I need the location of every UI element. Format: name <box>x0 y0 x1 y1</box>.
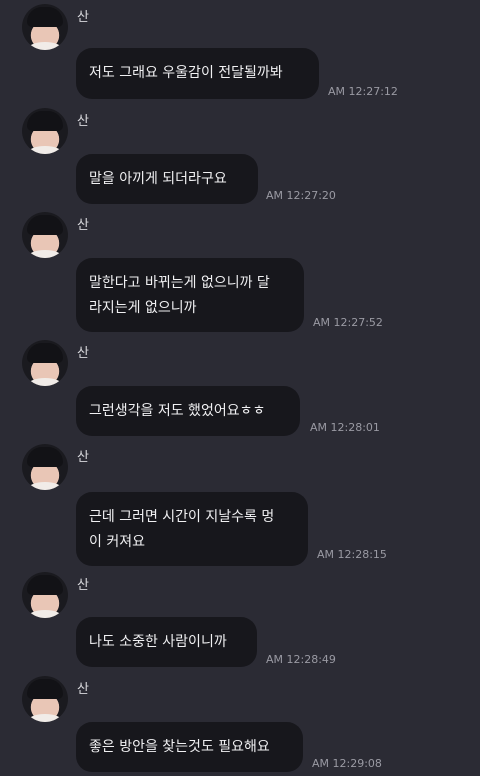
sender-name: 산 <box>77 114 89 129</box>
message-timestamp: AM 12:27:12 <box>328 85 398 98</box>
message-timestamp: AM 12:27:20 <box>266 189 336 202</box>
message-bubble[interactable]: 그런생각을 저도 했었어요ㅎㅎ <box>76 386 300 436</box>
chat-thread: 산 저도 그래요 우울감이 전달될까봐 AM 12:27:12 산 말을 아끼게… <box>0 0 480 776</box>
message-bubble[interactable]: 저도 그래요 우울감이 전달될까봐 <box>76 48 319 99</box>
message-text: 그런생각을 저도 했었어요ㅎㅎ <box>89 403 266 419</box>
message-text-line: 말한다고 바뀌는게 없으니까 달 <box>89 275 270 291</box>
sender-name: 산 <box>77 450 89 465</box>
avatar[interactable] <box>22 572 68 618</box>
message-text-line: 이 커져요 <box>89 534 145 550</box>
message-text: 말을 아끼게 되더라구요 <box>89 171 227 187</box>
message-timestamp: AM 12:28:01 <box>310 421 380 434</box>
avatar[interactable] <box>22 676 68 722</box>
sender-name: 산 <box>77 346 89 361</box>
message-text-line: 근데 그러면 시간이 지날수록 멍 <box>89 509 275 525</box>
sender-name: 산 <box>77 578 89 593</box>
message-text: 나도 소중한 사람이니까 <box>89 634 227 650</box>
message-timestamp: AM 12:29:08 <box>312 757 382 770</box>
avatar[interactable] <box>22 444 68 490</box>
message-text: 저도 그래요 우울감이 전달될까봐 <box>89 65 283 81</box>
sender-name: 산 <box>77 218 89 233</box>
avatar[interactable] <box>22 4 68 50</box>
message-text: 좋은 방안을 찾는것도 필요해요 <box>89 739 270 755</box>
message-timestamp: AM 12:28:15 <box>317 548 387 561</box>
sender-name: 산 <box>77 10 89 25</box>
message-bubble[interactable]: 말한다고 바뀌는게 없으니까 달 라지는게 없으니까 <box>76 258 304 332</box>
sender-name: 산 <box>77 682 89 697</box>
message-bubble[interactable]: 나도 소중한 사람이니까 <box>76 617 257 667</box>
message-text-line: 라지는게 없으니까 <box>89 300 197 316</box>
message-timestamp: AM 12:28:49 <box>266 653 336 666</box>
message-bubble[interactable]: 좋은 방안을 찾는것도 필요해요 <box>76 722 303 772</box>
avatar[interactable] <box>22 212 68 258</box>
message-bubble[interactable]: 말을 아끼게 되더라구요 <box>76 154 258 204</box>
message-timestamp: AM 12:27:52 <box>313 316 383 329</box>
message-bubble[interactable]: 근데 그러면 시간이 지날수록 멍 이 커져요 <box>76 492 308 566</box>
avatar[interactable] <box>22 108 68 154</box>
avatar[interactable] <box>22 340 68 386</box>
